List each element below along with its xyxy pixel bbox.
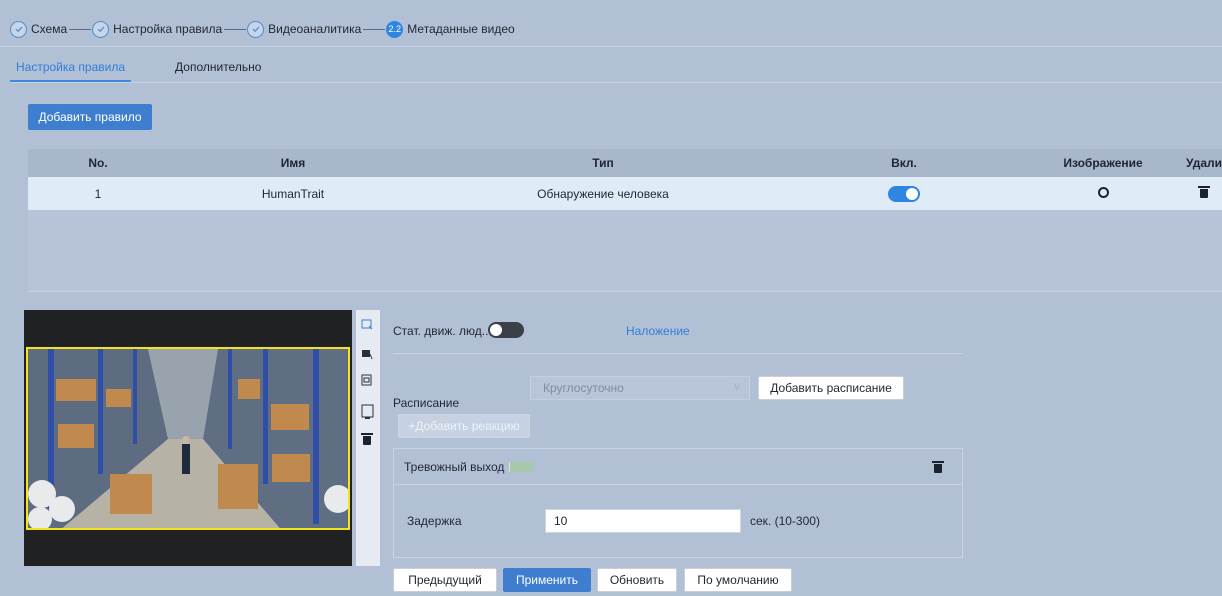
rules-table: No. Имя Тип Вкл. Изображение Удалить 1 H… bbox=[28, 149, 1222, 292]
alarm-output-indicator bbox=[509, 461, 534, 472]
step-label: Метаданные видео bbox=[407, 22, 515, 36]
schedule-label: Расписание bbox=[393, 396, 460, 410]
delay-unit: сек. (10-300) bbox=[750, 514, 820, 528]
cell-delete bbox=[1186, 185, 1222, 201]
divider bbox=[0, 46, 1222, 47]
column-header-name: Имя bbox=[280, 156, 306, 170]
default-button[interactable]: По умолчанию bbox=[684, 568, 792, 592]
previous-button[interactable]: Предыдущий bbox=[393, 568, 497, 592]
warehouse-scene bbox=[28, 349, 348, 528]
cell-name: HumanTrait bbox=[261, 186, 325, 201]
alarm-output-label: Тревожный выход bbox=[404, 459, 505, 474]
trash-icon[interactable] bbox=[361, 433, 373, 446]
step-connector bbox=[363, 28, 386, 30]
add-reaction-button[interactable]: +Добавить реакцию bbox=[398, 414, 530, 438]
gear-icon[interactable] bbox=[1097, 186, 1109, 198]
people-count-toggle[interactable] bbox=[488, 322, 524, 338]
schedule-value: Круглосуточно bbox=[543, 381, 624, 395]
divider bbox=[393, 353, 963, 354]
tab-rule-setup[interactable]: Настройка правила bbox=[10, 60, 132, 82]
overlay-link[interactable]: Наложение bbox=[626, 324, 690, 338]
tab-advanced[interactable]: Дополнительно bbox=[169, 60, 267, 82]
cell-no: 1 bbox=[94, 186, 102, 201]
people-count-label: Стат. движ. люд... bbox=[393, 324, 492, 338]
column-header-image: Изображение bbox=[1063, 156, 1143, 170]
check-circle-icon bbox=[10, 20, 27, 38]
cell-image bbox=[1020, 186, 1186, 201]
alarm-output-panel: Тревожный выход bbox=[393, 448, 963, 558]
step-video-metadata[interactable]: 2.2 Метаданные видео bbox=[386, 20, 515, 38]
column-header-type: Тип bbox=[592, 156, 614, 170]
min-size-icon[interactable] bbox=[361, 374, 373, 386]
step-label: Настройка правила bbox=[113, 22, 223, 36]
column-header-delete: Удалить bbox=[1186, 156, 1222, 170]
step-label: Видеоаналитика bbox=[268, 22, 362, 36]
step-video-analytics[interactable]: Видеоаналитика bbox=[247, 20, 362, 38]
step-number-badge: 2.2 bbox=[386, 20, 404, 38]
chevron-down-icon: ∨ bbox=[732, 381, 741, 393]
schedule-select[interactable]: Круглосуточно ∨ bbox=[530, 376, 750, 400]
column-header-enabled: Вкл. bbox=[891, 156, 917, 170]
step-rule-setup[interactable]: Настройка правила bbox=[92, 20, 223, 38]
alarm-output-header: Тревожный выход bbox=[394, 449, 962, 485]
delay-label: Задержка bbox=[407, 514, 462, 528]
camera-frame[interactable] bbox=[26, 347, 350, 530]
add-rule-button[interactable]: Добавить правило bbox=[28, 104, 152, 130]
step-connector bbox=[69, 28, 92, 30]
max-size-icon[interactable] bbox=[361, 404, 374, 419]
check-circle-icon bbox=[247, 20, 265, 38]
check-circle-icon bbox=[92, 20, 110, 38]
delay-input[interactable] bbox=[545, 509, 741, 533]
divider bbox=[10, 82, 1222, 83]
apply-button[interactable]: Применить bbox=[503, 568, 591, 592]
tab-bar: Настройка правила Дополнительно bbox=[10, 60, 305, 82]
step-label: Схема bbox=[31, 22, 68, 36]
enable-toggle[interactable] bbox=[888, 185, 920, 202]
area-select-icon[interactable] bbox=[361, 348, 373, 360]
refresh-button[interactable]: Обновить bbox=[597, 568, 677, 592]
add-schedule-button[interactable]: Добавить расписание bbox=[758, 376, 904, 400]
cell-enabled bbox=[788, 185, 1020, 202]
step-scheme[interactable]: Схема bbox=[10, 20, 68, 38]
step-connector bbox=[224, 28, 247, 30]
column-header-no: No. bbox=[88, 156, 108, 170]
cell-type: Обнаружение человека bbox=[537, 186, 669, 201]
draw-rule-icon[interactable] bbox=[361, 318, 373, 330]
trash-icon[interactable] bbox=[1198, 185, 1210, 198]
wizard-stepper: Схема Настройка правила Видеоаналитика 2… bbox=[10, 20, 515, 38]
table-header: No. Имя Тип Вкл. Изображение Удалить bbox=[28, 149, 1222, 177]
trash-icon[interactable] bbox=[932, 461, 944, 473]
table-row[interactable]: 1 HumanTrait Обнаружение человека bbox=[28, 177, 1222, 210]
